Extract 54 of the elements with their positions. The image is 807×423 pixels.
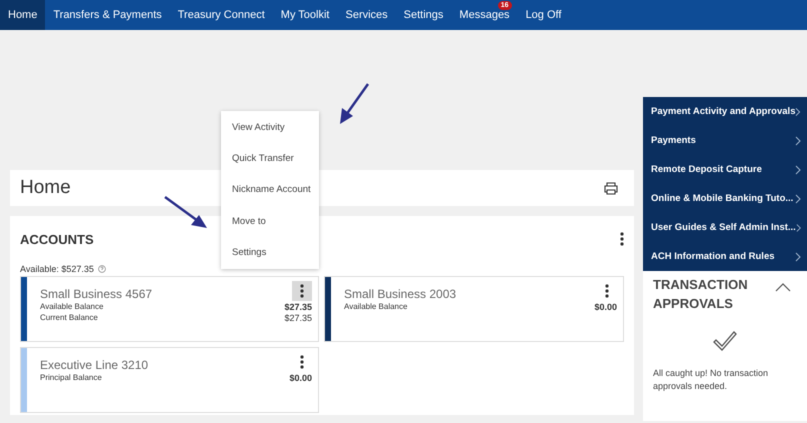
balance-amount: $27.35 [284,302,312,312]
menu-item[interactable]: Move to [221,206,319,237]
chevron-right-icon [795,194,801,204]
more-options-icon [300,355,304,369]
annotation-arrow [340,83,370,124]
nav-tab[interactable]: Transfers & Payments [45,0,170,30]
nav-tab[interactable]: Log Off [518,0,570,30]
section-title: TRANSACTION APPROVALS [653,276,749,313]
available-total: Available: $527.35 [20,264,94,274]
more-options-icon[interactable] [620,232,624,246]
more-options-icon [605,284,609,298]
annotation-arrow [164,196,207,228]
account-name: Small Business 4567 [40,287,152,301]
chevron-right-icon [795,252,801,262]
quick-link[interactable]: ACH Information and Rules [643,242,807,271]
account-card[interactable]: Executive Line 3210 Principal Balance $0.00 [21,348,318,412]
checkmark-icon [712,331,738,353]
balance-amount: $0.00 [594,302,617,312]
quick-link[interactable]: Online & Mobile Banking Tuto... [643,184,807,213]
balance-amount: $0.00 [289,373,312,383]
more-options-icon [300,284,304,298]
balance-label: Principal Balance [40,373,102,383]
account-card[interactable]: Small Business 4567 Available Balance $27.35 Current Balance $27.35 [21,277,318,341]
help-icon[interactable] [98,265,106,273]
balance-label: Available Balance [40,302,104,312]
chevron-right-icon [795,136,801,146]
approvals-message: All caught up! No transaction approvals needed. [653,367,770,393]
menu-item[interactable]: Settings [221,236,319,268]
menu-item[interactable]: Quick Transfer [221,143,319,174]
nav-tab[interactable]: Treasury Connect [170,0,273,30]
account-name: Executive Line 3210 [40,358,148,372]
nav-tab[interactable]: My Toolkit [272,0,338,30]
quick-link[interactable]: Payments [643,126,807,155]
balance-label: Current Balance [40,313,98,323]
nav-tab[interactable]: Home [0,0,46,30]
nav-tab[interactable]: Services [337,0,396,30]
more-options-button[interactable] [292,281,312,301]
account-card[interactable]: Small Business 2003 Available Balance $0.00 [325,277,623,341]
collapse-icon[interactable] [775,283,791,292]
account-name: Small Business 2003 [344,287,456,301]
chevron-right-icon [795,106,801,116]
menu-item[interactable]: View Activity [221,112,319,144]
quick-link[interactable]: Remote Deposit Capture [643,155,807,184]
nav-tab[interactable]: Settings [396,0,452,30]
page-title: Home [20,177,71,199]
quick-link[interactable]: Payment Activity and Approvals [643,97,807,126]
chevron-right-icon [796,222,801,232]
balance-label: Available Balance [344,302,408,312]
chevron-right-icon [795,164,801,174]
section-title: ACCOUNTS [20,232,94,246]
quick-link[interactable]: User Guides & Self Admin Inst... [643,213,807,242]
menu-item[interactable]: Nickname Account [221,174,319,206]
print-icon[interactable] [604,182,618,194]
balance-amount: $27.35 [284,313,312,323]
